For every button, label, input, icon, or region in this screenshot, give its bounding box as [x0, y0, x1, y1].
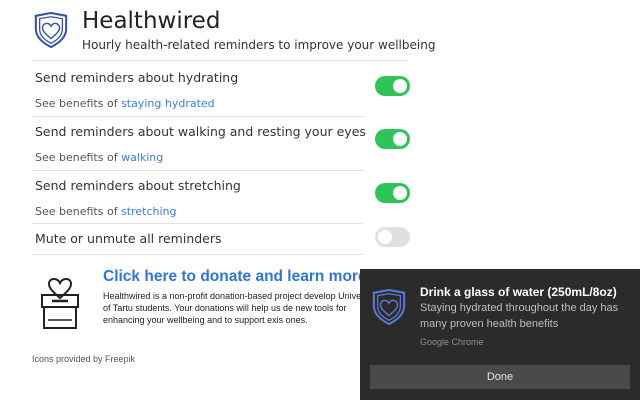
setting-label: Send reminders about hydrating: [35, 70, 239, 85]
benefit-line: See benefits of staying hydrated: [35, 97, 215, 110]
notification-title: Drink a glass of water (250mL/8oz): [420, 285, 617, 299]
setting-label: Send reminders about walking and resting…: [35, 124, 366, 139]
benefit-prefix: See benefits of: [35, 205, 122, 218]
divider: [32, 60, 408, 61]
notification-body: Staying hydrated throughout the day has …: [420, 302, 619, 330]
donation-box-icon: [41, 277, 79, 329]
benefit-prefix: See benefits of: [35, 151, 122, 164]
toggle-knob: [393, 79, 407, 93]
notification-source: Google Chrome: [420, 337, 484, 347]
toggle-knob: [393, 186, 407, 200]
benefit-line: See benefits of walking: [35, 151, 163, 164]
setting-walking: Send reminders about walking and resting…: [32, 124, 410, 176]
donate-link[interactable]: Click here to donate and learn more: [103, 268, 367, 286]
benefit-link-walking[interactable]: walking: [121, 151, 163, 164]
icon-credits: Icons provided by Freepik: [32, 354, 136, 364]
divider: [32, 223, 364, 224]
divider: [32, 170, 364, 171]
notification-toast[interactable]: Drink a glass of water (250mL/8oz) Stayi…: [360, 269, 640, 400]
done-button[interactable]: Done: [370, 365, 630, 389]
setting-mute: Mute or unmute all reminders: [32, 227, 410, 253]
benefit-link-staying-hydrated[interactable]: staying hydrated: [121, 97, 215, 110]
app-title: Healthwired: [82, 8, 221, 34]
benefit-line: See benefits of stretching: [35, 205, 177, 218]
walking-toggle[interactable]: [375, 129, 410, 149]
healthwired-logo-icon: [34, 12, 68, 48]
mute-toggle[interactable]: [375, 227, 410, 247]
hydrating-toggle[interactable]: [375, 76, 410, 96]
setting-label: Send reminders about stretching: [35, 178, 241, 193]
stretching-toggle[interactable]: [375, 183, 410, 203]
benefit-link-stretching[interactable]: stretching: [121, 205, 176, 218]
app-subtitle: Hourly health-related reminders to impro…: [82, 38, 436, 52]
benefit-prefix: See benefits of: [35, 97, 122, 110]
donate-description: Healthwired is a non-profit donation-bas…: [103, 291, 378, 326]
divider: [32, 116, 364, 117]
healthwired-logo-icon: [372, 289, 406, 325]
setting-hydrating: Send reminders about hydrating See benef…: [32, 70, 410, 122]
mute-label: Mute or unmute all reminders: [35, 231, 222, 246]
divider: [32, 254, 364, 255]
toggle-knob: [393, 132, 407, 146]
toggle-knob: [378, 230, 392, 244]
